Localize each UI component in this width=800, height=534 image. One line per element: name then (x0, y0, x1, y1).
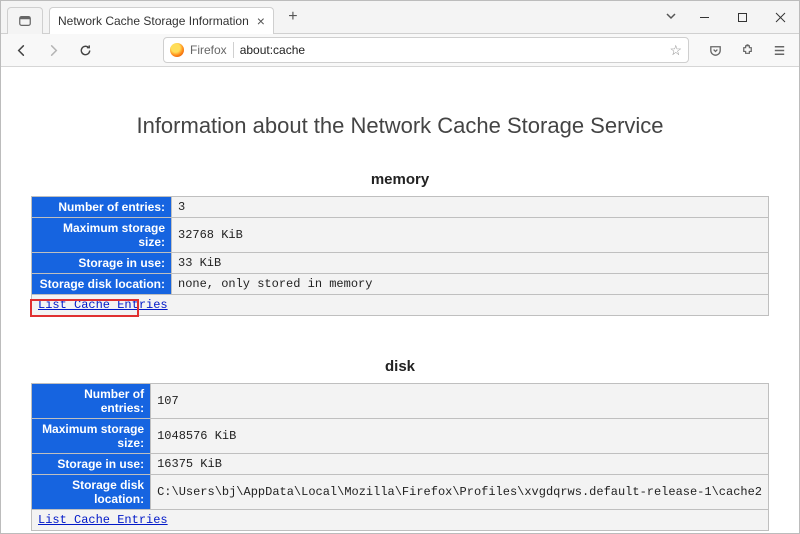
back-button[interactable] (7, 36, 35, 64)
memory-cache-table: Number of entries: 3 Maximum storage siz… (31, 196, 769, 316)
tab-title: Network Cache Storage Information (58, 14, 249, 28)
firefox-view-tab[interactable] (7, 7, 43, 34)
url-text: about:cache (240, 43, 664, 57)
value-entries: 3 (172, 197, 769, 218)
value-entries: 107 (151, 384, 769, 419)
browser-tab-active[interactable]: Network Cache Storage Information × (49, 7, 274, 34)
tab-strip: Network Cache Storage Information × + (7, 1, 306, 33)
value-max: 1048576 KiB (151, 419, 769, 454)
disk-cache-table: Number of entries: 107 Maximum storage s… (31, 383, 769, 531)
value-max: 32768 KiB (172, 218, 769, 253)
value-inuse: 16375 KiB (151, 454, 769, 475)
window-close-button[interactable] (761, 2, 799, 32)
label-entries: Number of entries: (32, 384, 151, 419)
page-content: Information about the Network Cache Stor… (1, 67, 799, 531)
save-to-pocket-button[interactable] (701, 36, 729, 64)
extensions-button[interactable] (733, 36, 761, 64)
tab-close-button[interactable]: × (257, 14, 265, 28)
list-cache-entries-link-disk[interactable]: List Cache Entries (38, 513, 168, 527)
label-inuse: Storage in use: (32, 253, 172, 274)
bookmark-star-icon[interactable]: ☆ (669, 42, 682, 59)
forward-button[interactable] (39, 36, 67, 64)
tabs-dropdown-button[interactable] (657, 10, 685, 25)
page-title: Information about the Network Cache Stor… (31, 113, 769, 139)
url-identity-label: Firefox (190, 43, 227, 57)
value-inuse: 33 KiB (172, 253, 769, 274)
section-heading-disk: disk (31, 358, 769, 375)
firefox-icon (170, 43, 184, 57)
reload-button[interactable] (71, 36, 99, 64)
window-titlebar: Network Cache Storage Information × + (1, 1, 799, 34)
firefox-view-icon (18, 14, 32, 28)
label-loc: Storage disk location: (32, 274, 172, 295)
window-controls (685, 2, 799, 32)
label-loc: Storage disk location: (32, 475, 151, 510)
value-loc: none, only stored in memory (172, 274, 769, 295)
app-menu-button[interactable] (765, 36, 793, 64)
label-max: Maximum storage size: (32, 419, 151, 454)
section-heading-memory: memory (31, 171, 769, 188)
navigation-toolbar: Firefox about:cache ☆ (1, 34, 799, 67)
new-tab-button[interactable]: + (280, 4, 306, 30)
value-loc: C:\Users\bj\AppData\Local\Mozilla\Firefo… (151, 475, 769, 510)
label-max: Maximum storage size: (32, 218, 172, 253)
url-bar[interactable]: Firefox about:cache ☆ (163, 37, 689, 63)
list-cache-entries-link-memory[interactable]: List Cache Entries (38, 298, 168, 312)
window-minimize-button[interactable] (685, 2, 723, 32)
window-maximize-button[interactable] (723, 2, 761, 32)
url-separator (233, 42, 234, 58)
label-entries: Number of entries: (32, 197, 172, 218)
label-inuse: Storage in use: (32, 454, 151, 475)
